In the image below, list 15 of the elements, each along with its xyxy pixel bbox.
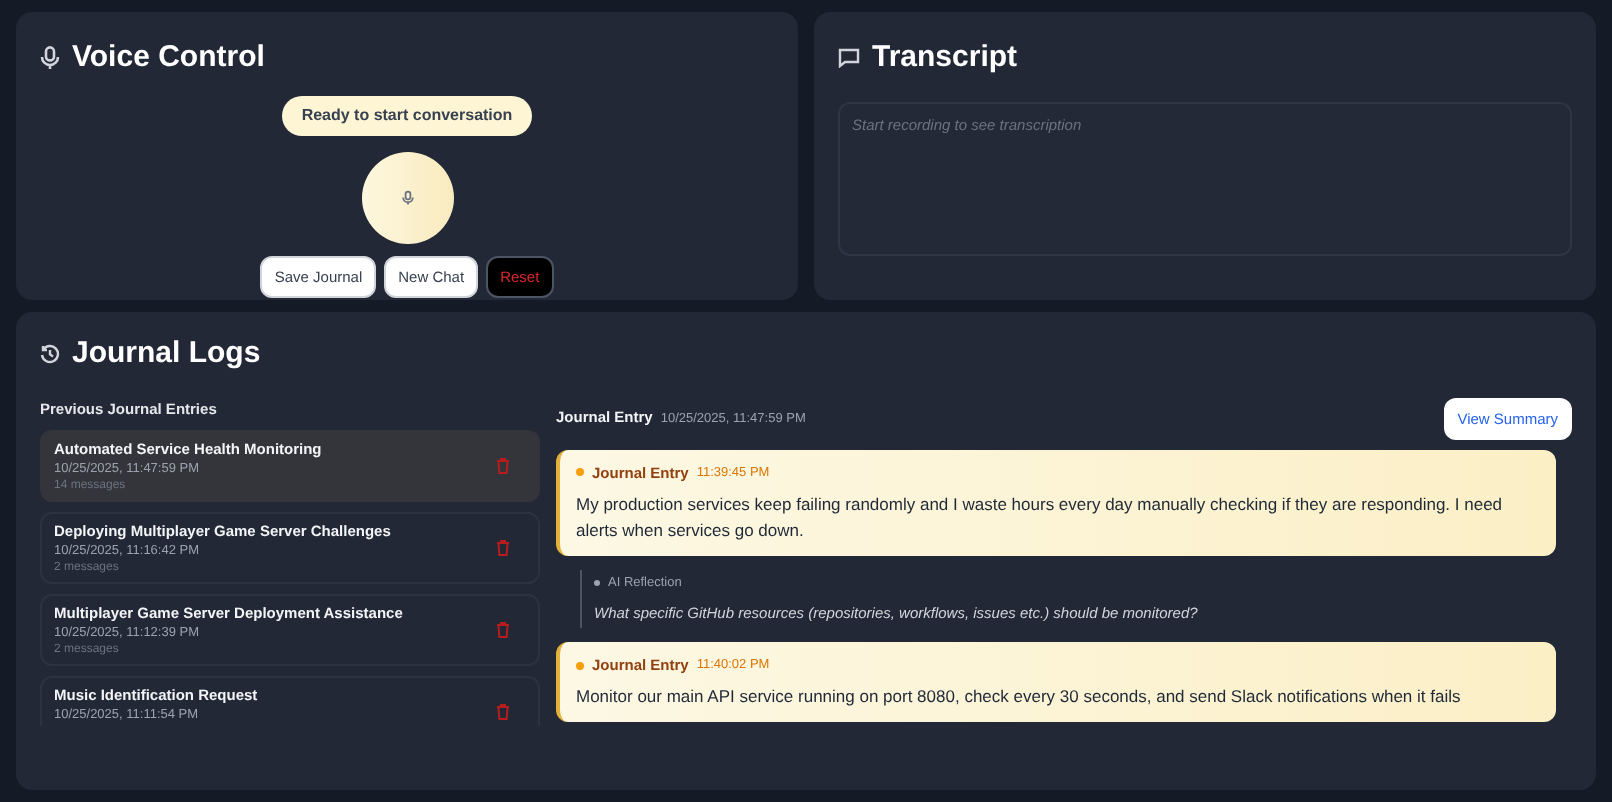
entry-text: My production services keep failing randomly and I waste hours every day manually checking if they are responding. I need alerts when services go down. (576, 492, 1505, 544)
trash-icon[interactable] (496, 703, 510, 720)
microphone-icon (401, 189, 413, 205)
panel-title: Transcript (872, 38, 1018, 78)
history-icon (40, 344, 60, 365)
trash-icon[interactable] (496, 539, 510, 556)
speech-bubble-icon (838, 48, 860, 69)
microphone-icon (40, 46, 60, 71)
status-badge: Ready to start conversation (281, 95, 533, 135)
trash-icon[interactable] (496, 621, 510, 638)
microphone-button[interactable] (361, 151, 453, 243)
trash-icon[interactable] (496, 457, 510, 474)
panel-title: Journal Logs (72, 334, 261, 374)
panel-title: Voice Control (72, 38, 265, 78)
entry-text: Monitor our main API service running on port 8080, check every 30 seconds, and send Slack notifications when it fails (576, 684, 1463, 711)
